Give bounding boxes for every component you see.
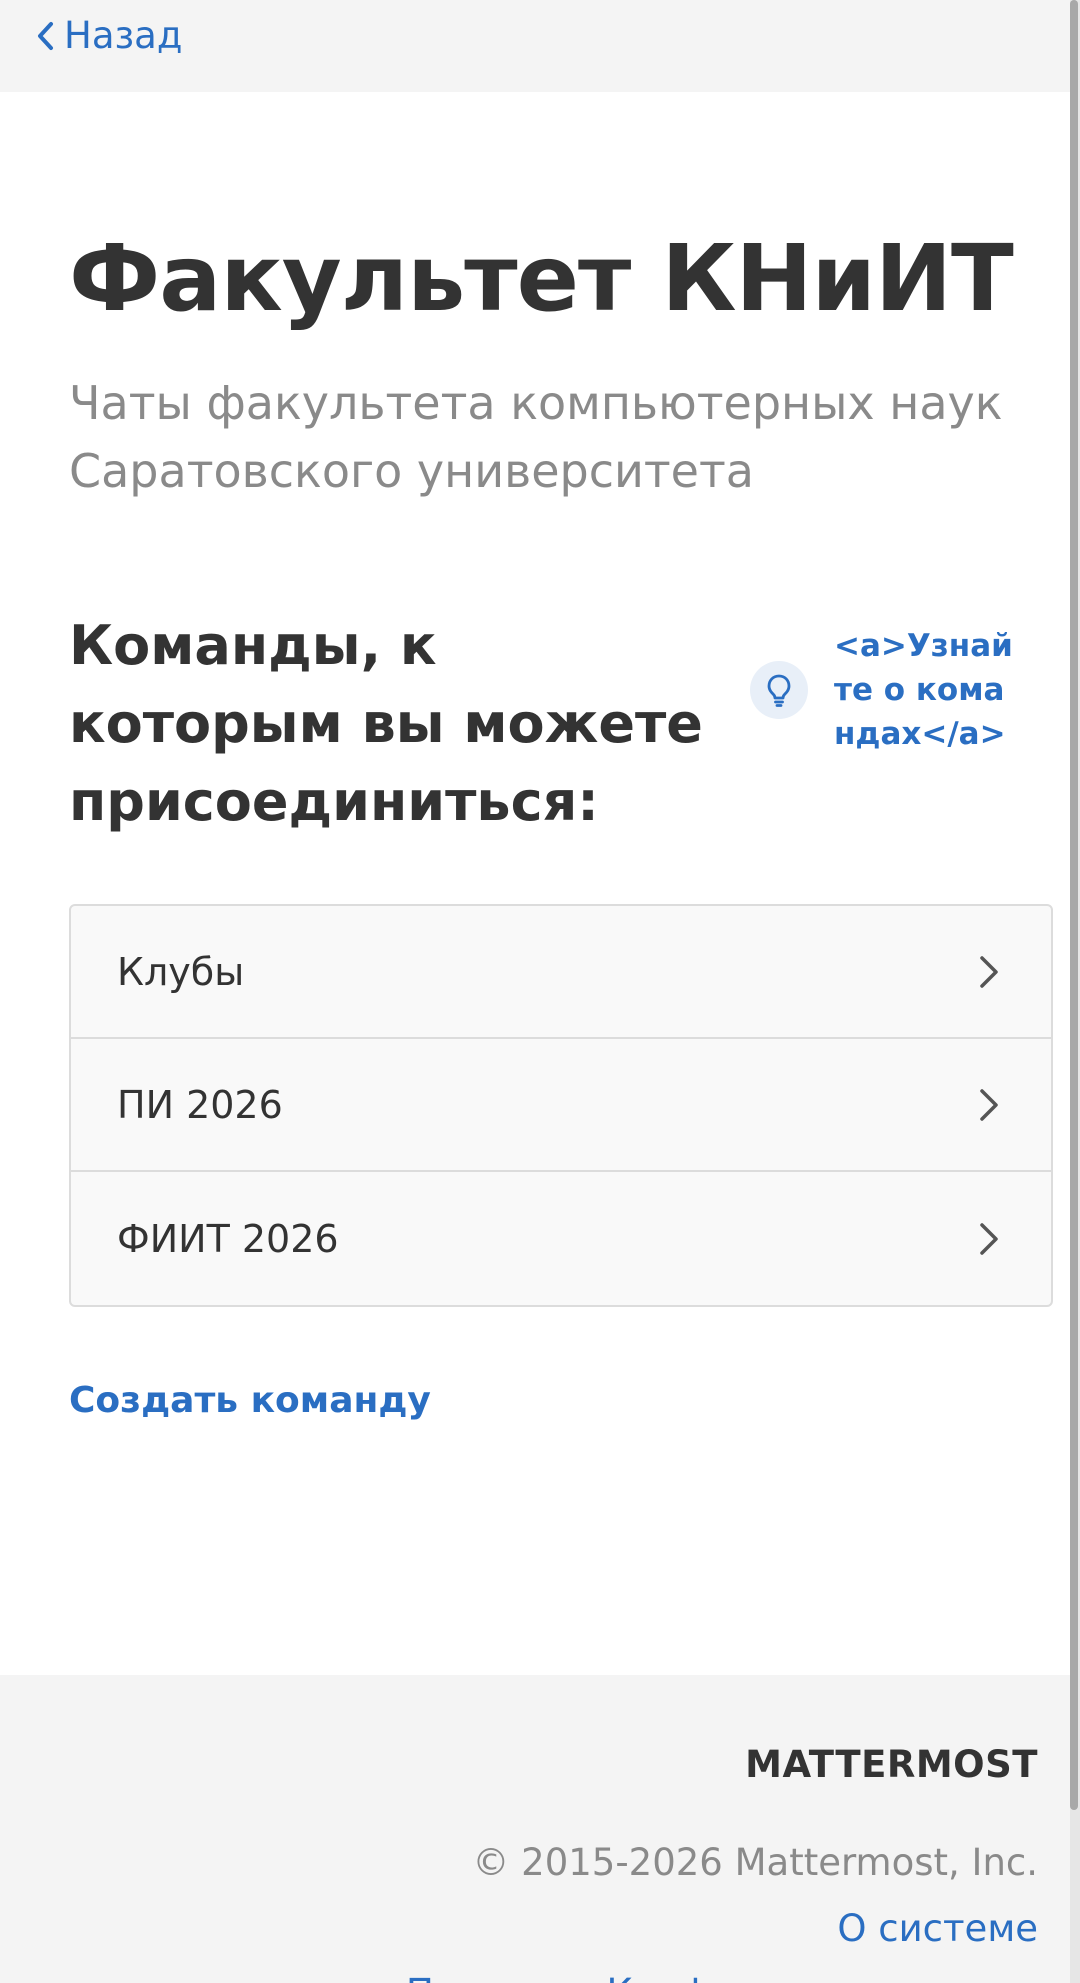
create-team-link[interactable]: Создать команду bbox=[69, 1380, 431, 1421]
privacy-policy-link[interactable]: Политика Конфиденциальности bbox=[406, 1971, 1038, 1983]
team-list: Клубы ПИ 2026 ФИИТ 2026 bbox=[69, 904, 1053, 1307]
team-name: ПИ 2026 bbox=[117, 1082, 283, 1127]
chevron-left-icon bbox=[38, 21, 53, 50]
chevron-right-icon bbox=[980, 1222, 998, 1255]
page-subtitle: Чаты факультета компьютерных наук Сарато… bbox=[69, 376, 1003, 498]
scrollbar[interactable] bbox=[1070, 0, 1080, 1983]
back-link[interactable]: Назад bbox=[36, 14, 182, 57]
teams-tip: <a>Узнайте о командах</a> bbox=[750, 624, 1019, 756]
page-title: Факультет КНиИТ bbox=[69, 225, 1014, 332]
back-label: Назад bbox=[64, 14, 183, 57]
about-link[interactable]: О системе bbox=[837, 1907, 1038, 1950]
footer: MATTERMOST © 2015-2026 Mattermost, Inc. … bbox=[0, 1675, 1080, 1983]
copyright-text: © 2015-2026 Mattermost, Inc. bbox=[472, 1841, 1038, 1884]
lightbulb-icon bbox=[750, 661, 808, 719]
top-bar: Назад bbox=[0, 0, 1080, 92]
mattermost-logo: MATTERMOST bbox=[745, 1743, 1038, 1786]
teams-heading: Команды, к которым вы можете присоединит… bbox=[69, 614, 703, 833]
team-name: Клубы bbox=[117, 949, 245, 994]
team-row-fiit-2026[interactable]: ФИИТ 2026 bbox=[71, 1172, 1051, 1305]
team-row-pi-2026[interactable]: ПИ 2026 bbox=[71, 1039, 1051, 1172]
main-content: Факультет КНиИТ Чаты факультета компьюте… bbox=[0, 92, 1080, 1675]
learn-about-teams-link[interactable]: <a>Узнайте о командах</a> bbox=[834, 624, 1019, 756]
team-row-clubs[interactable]: Клубы bbox=[71, 906, 1051, 1039]
chevron-right-icon bbox=[980, 955, 998, 988]
chevron-right-icon bbox=[980, 1088, 998, 1121]
team-name: ФИИТ 2026 bbox=[117, 1216, 339, 1261]
page: Назад Факультет КНиИТ Чаты факультета ко… bbox=[0, 0, 1080, 1983]
scrollbar-thumb[interactable] bbox=[1070, 0, 1078, 1810]
